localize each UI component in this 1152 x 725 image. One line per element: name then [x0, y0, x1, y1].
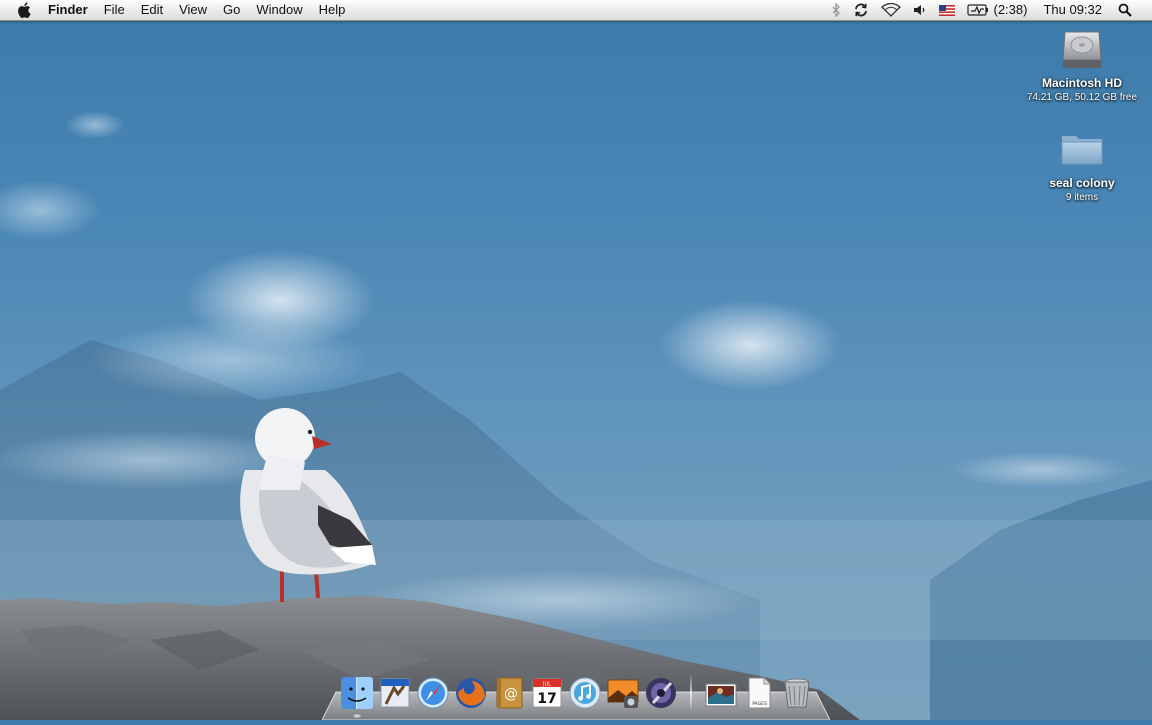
pages-document-icon[interactable]: PAGES	[742, 674, 776, 710]
battery-status[interactable]: (2:38)	[961, 0, 1033, 20]
iphoto-icon[interactable]	[606, 674, 640, 710]
battery-icon	[967, 4, 989, 16]
running-indicator	[353, 714, 361, 718]
desktop-icon-macintosh-hd[interactable]: Macintosh HD 74.21 GB, 50.12 GB free	[1022, 28, 1142, 104]
dock-separator	[690, 676, 692, 710]
itunes-icon[interactable]	[568, 674, 602, 710]
menu-help[interactable]: Help	[311, 0, 354, 20]
menu-window[interactable]: Window	[248, 0, 310, 20]
photo-stack-icon[interactable]	[704, 674, 738, 710]
desktop-icon-info: 9 items	[1065, 192, 1099, 203]
desktop-wallpaper	[0, 0, 1152, 720]
desktop-icon-label: Macintosh HD	[1041, 76, 1122, 90]
address-book-icon[interactable]: @	[492, 674, 526, 710]
desktop-icon-label: seal colony	[1049, 176, 1115, 190]
battery-time: (2:38)	[993, 2, 1028, 17]
sync-icon[interactable]	[847, 2, 875, 18]
menu-app-name[interactable]: Finder	[40, 0, 96, 20]
menu-edit[interactable]: Edit	[133, 0, 171, 20]
apple-menu-icon[interactable]	[14, 0, 34, 20]
desktop-icon-seal-colony[interactable]: seal colony 9 items	[1022, 128, 1142, 204]
menu-file[interactable]: File	[96, 0, 133, 20]
pages-label: PAGES	[752, 701, 767, 707]
aperture-icon[interactable]	[644, 674, 678, 710]
safari-icon[interactable]	[416, 674, 450, 710]
us-flag-input-icon[interactable]	[933, 4, 961, 16]
desktop-icon-info: 74.21 GB, 50.12 GB free	[1026, 92, 1138, 103]
finder-icon[interactable]	[340, 674, 374, 718]
ical-month: JUL	[542, 682, 551, 688]
dock: @ JUL 17 PAGES	[340, 670, 814, 718]
ical-day: 17	[537, 691, 556, 707]
bluetooth-icon[interactable]	[825, 3, 847, 17]
folder-icon	[1059, 128, 1105, 172]
mail-icon[interactable]	[378, 674, 412, 710]
hard-drive-icon	[1059, 28, 1105, 72]
svg-text:@: @	[504, 686, 518, 702]
wifi-icon[interactable]	[875, 3, 907, 17]
volume-icon[interactable]	[907, 3, 933, 17]
firefox-icon[interactable]	[454, 674, 488, 710]
menubar-clock[interactable]: Thu 09:32	[1033, 0, 1112, 20]
menu-view[interactable]: View	[171, 0, 215, 20]
spotlight-icon[interactable]	[1112, 3, 1138, 17]
menu-go[interactable]: Go	[215, 0, 248, 20]
menu-bar: Finder File Edit View Go Window Help (2:…	[0, 0, 1152, 21]
trash-icon[interactable]	[780, 674, 814, 710]
ical-icon[interactable]: JUL 17	[530, 674, 564, 710]
